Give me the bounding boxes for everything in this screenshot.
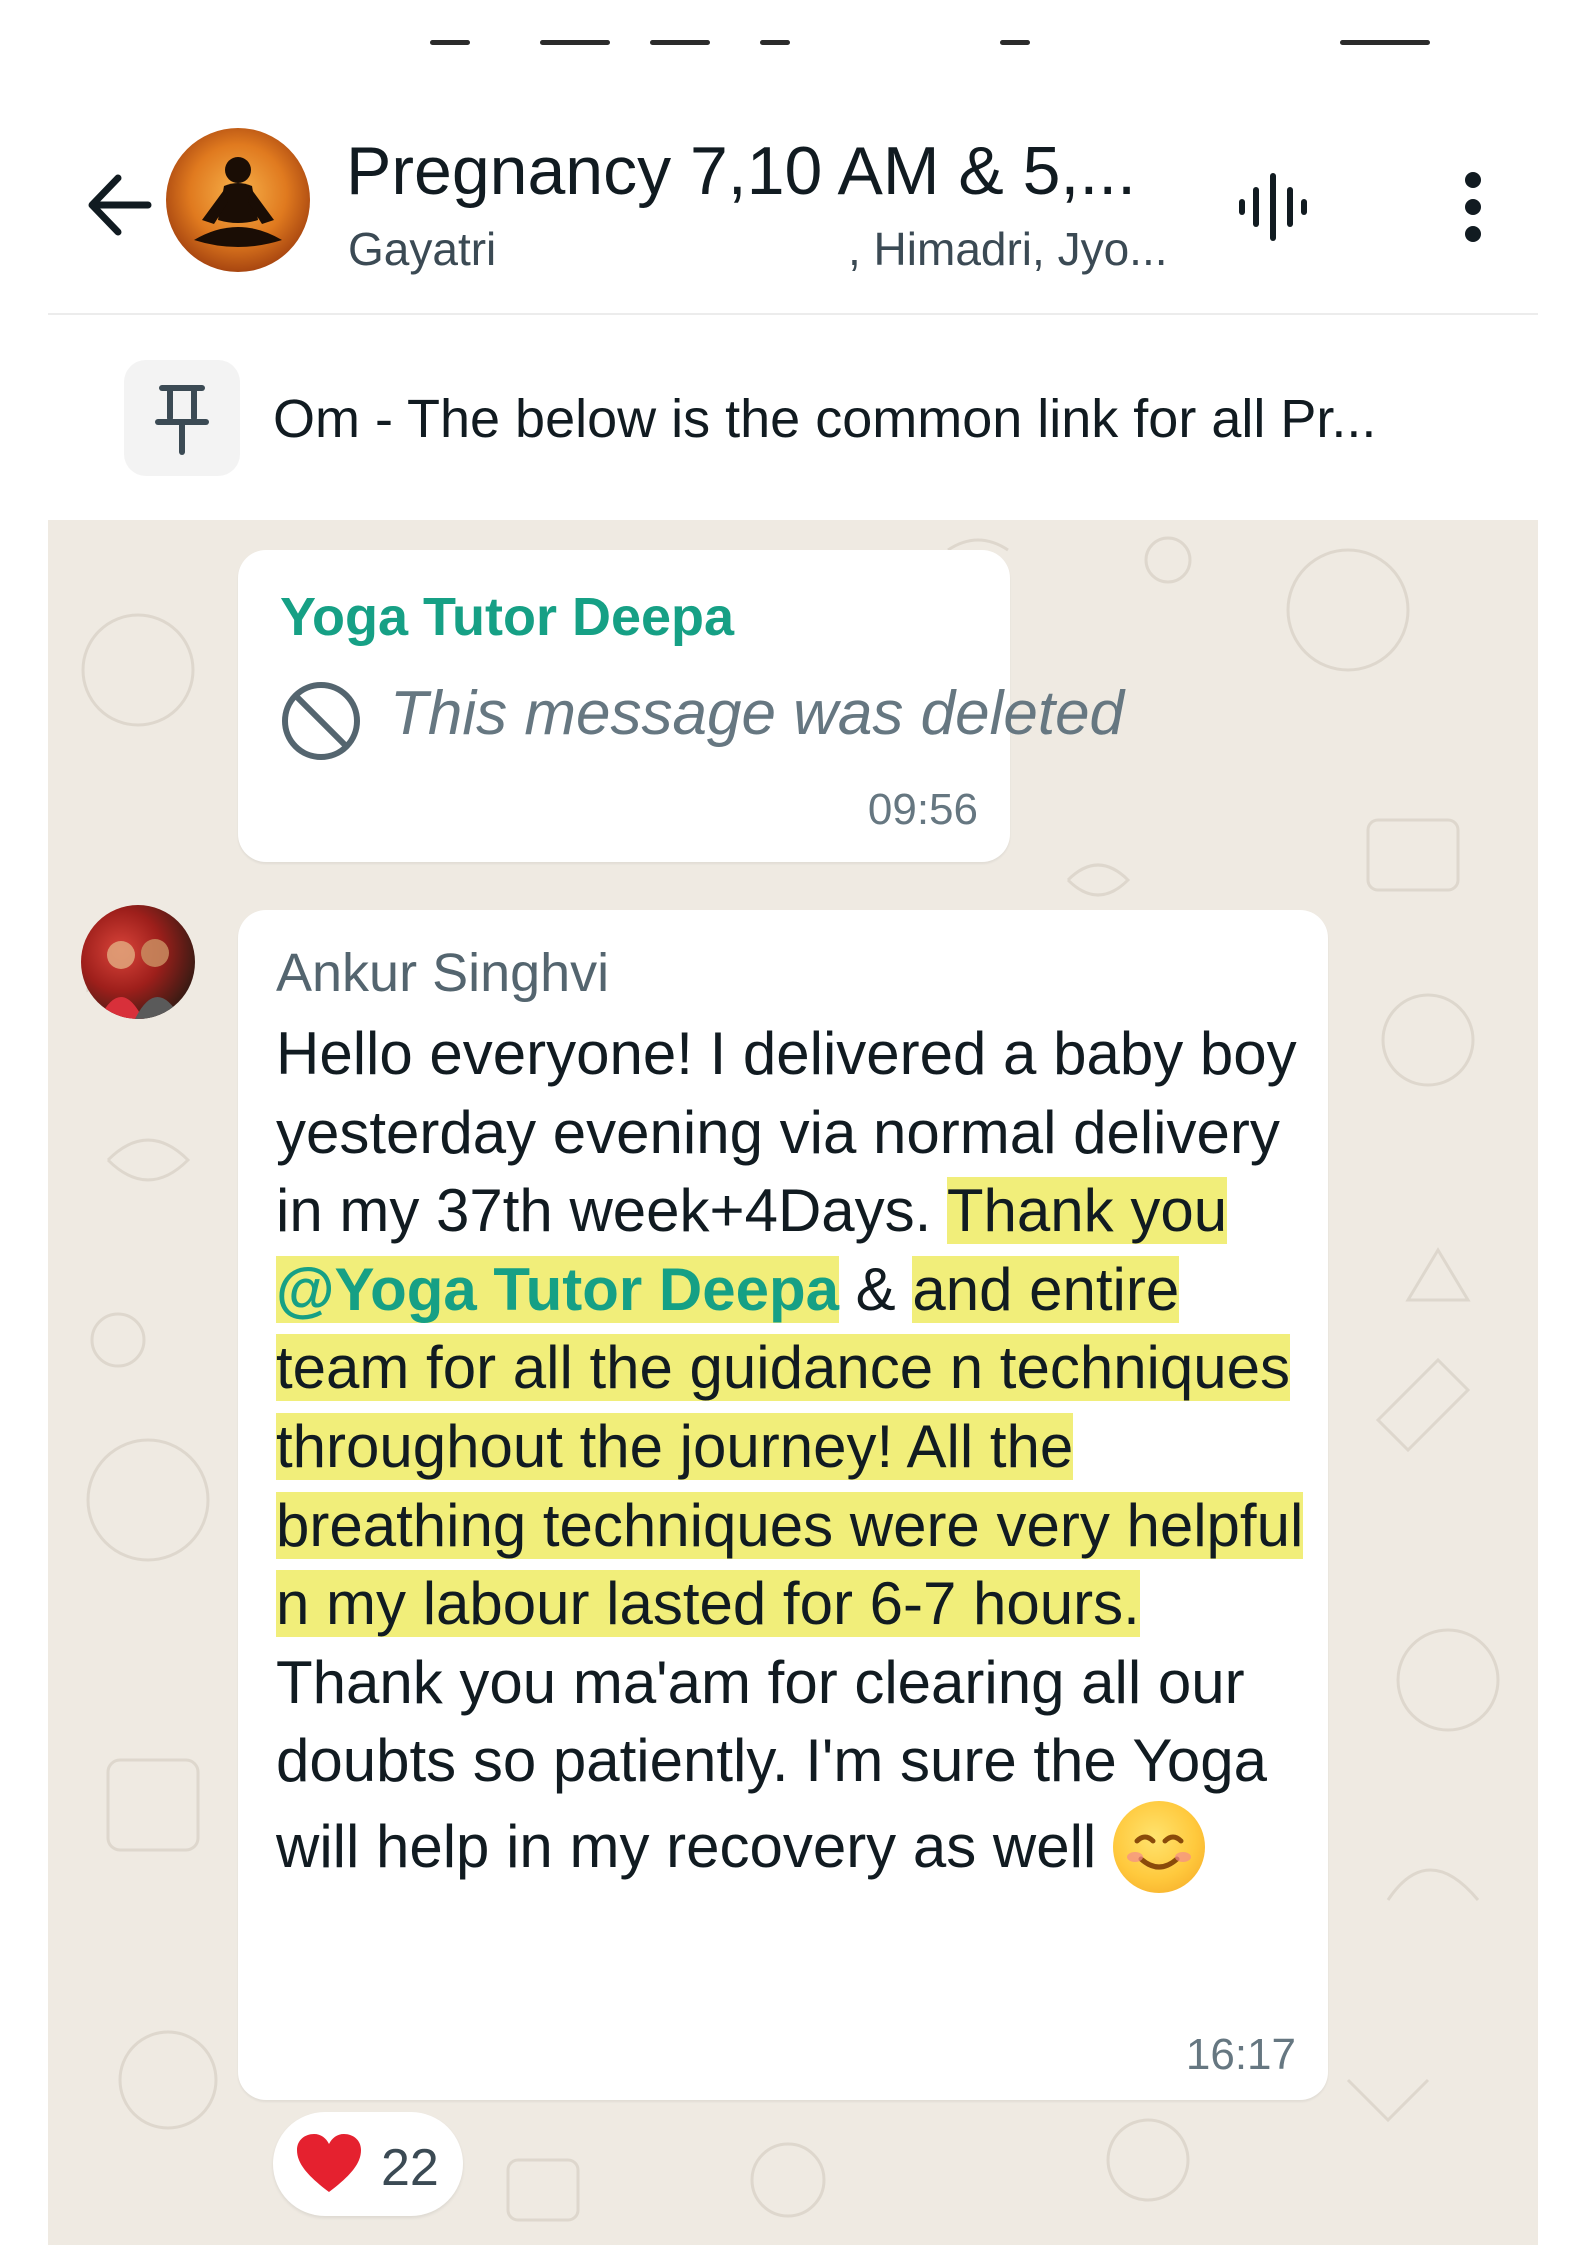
more-options-icon[interactable]	[1438, 162, 1508, 252]
group-avatar[interactable]	[166, 128, 310, 272]
meditation-figure-icon	[194, 157, 282, 247]
chat-header: Pregnancy 7,10 AM & 5,... Gayatri , Hima…	[48, 90, 1538, 310]
header-divider	[48, 313, 1538, 315]
message-bubble[interactable]: Ankur Singhvi Hello everyone! I delivere…	[238, 910, 1328, 2100]
back-arrow-icon[interactable]	[78, 160, 168, 250]
group-title[interactable]: Pregnancy 7,10 AM & 5,...	[346, 132, 1136, 210]
pinned-message-bar[interactable]: Om - The below is the common link for al…	[48, 330, 1538, 510]
message-bubble-deleted[interactable]: Yoga Tutor Deepa This message was delete…	[238, 550, 1124, 862]
message-text: Hello everyone! I delivered a baby boy y…	[276, 1015, 1306, 1893]
message-text-part: Thank you	[946, 1177, 1228, 1245]
deleted-message-text: This message was deleted	[390, 679, 1125, 748]
mention-link[interactable]: @Yoga Tutor Deepa	[276, 1256, 839, 1323]
voice-chat-icon[interactable]	[1228, 162, 1318, 252]
status-bar	[0, 0, 1587, 60]
message-text-part: &	[839, 1255, 913, 1323]
sender-avatar[interactable]	[81, 905, 195, 1019]
message-time: 16:17	[1185, 2030, 1296, 2079]
reaction-count: 22	[381, 2139, 439, 2197]
heart-icon	[297, 2134, 361, 2192]
message-time: 09:56	[867, 785, 978, 834]
pin-icon	[124, 360, 240, 476]
deleted-icon	[282, 682, 360, 760]
pinned-message-text: Om - The below is the common link for al…	[273, 389, 1377, 449]
message-sender[interactable]: Ankur Singhvi	[276, 942, 609, 1004]
smiling-face-emoji-icon	[1112, 1800, 1205, 1893]
message-sender[interactable]: Yoga Tutor Deepa	[280, 586, 734, 648]
group-members-text-continued: , Himadri, Jyo...	[848, 223, 1168, 275]
group-members-text: Gayatri	[348, 223, 497, 275]
reaction-chip[interactable]: 22	[273, 2112, 463, 2216]
chat-area: Yoga Tutor Deepa This message was delete…	[48, 520, 1538, 2245]
